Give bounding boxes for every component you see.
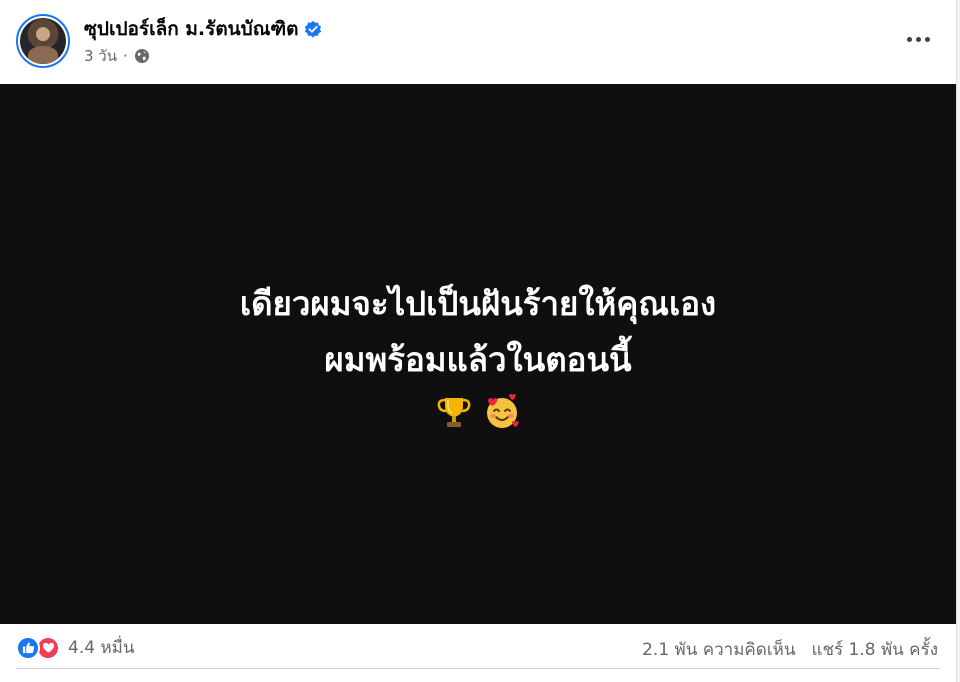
comment-count[interactable]: 2.1 พัน ความคิดเห็น	[642, 636, 795, 663]
meta-separator: ·	[123, 47, 128, 65]
author-row: ซุปเปอร์เล็ก ม.รัตนบัณฑิต	[84, 14, 322, 44]
post-media[interactable]: เดียวผมจะไปเป็นฝันร้ายให้คุณเอง ผมพร้อมแ…	[0, 84, 956, 624]
more-options-icon	[915, 36, 921, 42]
more-options-icon	[906, 36, 912, 42]
footer-divider	[16, 668, 940, 669]
post-meta: 3 วัน ·	[84, 44, 150, 68]
media-emoji-row	[434, 392, 522, 432]
avatar[interactable]	[16, 14, 70, 68]
more-options-icon	[924, 36, 930, 42]
trophy-icon	[437, 398, 471, 427]
reaction-count: 4.4 หมื่น	[68, 638, 135, 658]
post-card: ซุปเปอร์เล็ก ม.รัตนบัณฑิต 3 วัน · เดียวผ…	[0, 0, 957, 682]
reactions-summary[interactable]: 4.4 หมื่น	[16, 634, 134, 661]
verified-badge-icon	[305, 20, 322, 38]
avatar-image	[20, 18, 66, 64]
engagement-stats: 2.1 พัน ความคิดเห็น แชร์ 1.8 พัน ครั้ง	[642, 636, 938, 663]
media-text-line-2: ผมพร้อมแล้วในตอนนี้	[324, 340, 632, 379]
post-footer: 4.4 หมื่น 2.1 พัน ความคิดเห็น แชร์ 1.8 พ…	[0, 624, 956, 672]
heart-icon	[42, 642, 54, 653]
media-text-line-1: เดียวผมจะไปเป็นฝันร้ายให้คุณเอง	[239, 284, 717, 323]
more-options-button[interactable]	[900, 24, 936, 54]
author-name[interactable]: ซุปเปอร์เล็ก ม.รัตนบัณฑิต	[84, 14, 298, 44]
post-timestamp[interactable]: 3 วัน	[84, 44, 117, 68]
thumbs-up-icon	[22, 642, 34, 654]
smiling-face-with-hearts-icon	[487, 394, 519, 428]
share-count[interactable]: แชร์ 1.8 พัน ครั้ง	[811, 636, 938, 663]
globe-icon[interactable]	[134, 48, 150, 64]
like-reaction-icon	[16, 635, 40, 660]
post-header: ซุปเปอร์เล็ก ม.รัตนบัณฑิต 3 วัน ·	[0, 0, 956, 84]
